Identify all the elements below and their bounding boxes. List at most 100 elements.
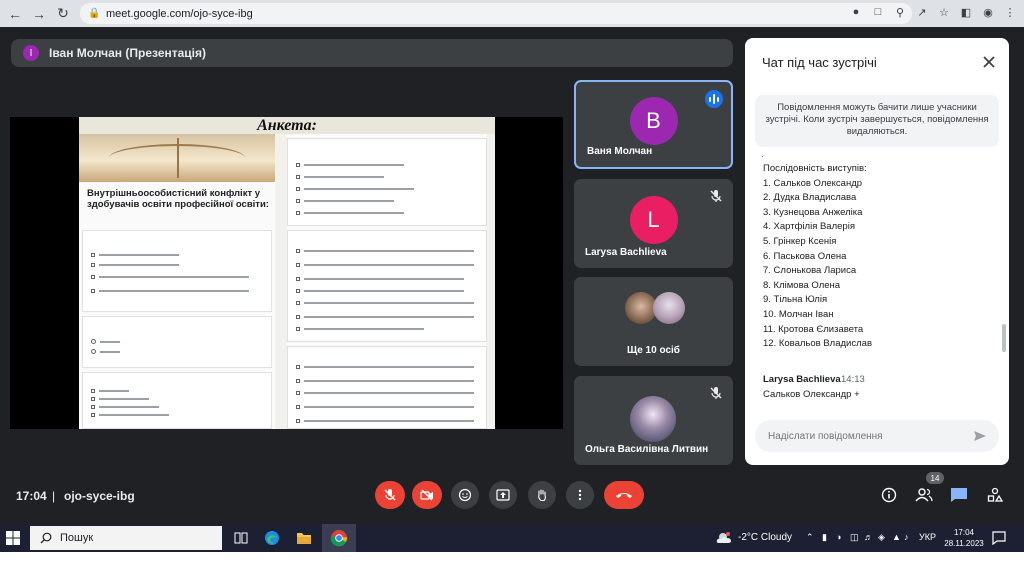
chat-timestamp: 14:13 <box>841 374 865 385</box>
speaking-indicator-icon <box>705 90 723 108</box>
chat-message-body: Послідовність виступів: 1. Сальков Олекс… <box>763 162 993 352</box>
emoji-icon <box>458 488 472 502</box>
address-url[interactable]: meet.google.com/ojo-syce-ibg <box>106 8 253 20</box>
sidepanel-icon[interactable]: ◧ <box>958 4 974 20</box>
more-vert-icon <box>578 489 582 501</box>
chat-title: Чат під час зустрічі <box>762 55 877 70</box>
mic-off-icon <box>710 387 722 399</box>
screen: ← → ↻ 🔒 meet.google.com/ojo-syce-ibg ● □… <box>0 0 1024 578</box>
taskbar-search[interactable]: Пошук <box>30 526 222 550</box>
taskbar-clock[interactable]: 17:04 28.11.2023 <box>944 527 984 549</box>
translate-icon[interactable]: □ <box>870 4 886 20</box>
chat-message-input[interactable] <box>755 420 999 452</box>
file-explorer-icon[interactable] <box>294 528 314 548</box>
send-icon[interactable] <box>973 430 987 442</box>
tray-speaker-icon[interactable]: ♪ <box>904 532 909 542</box>
participant-tile[interactable]: В Ваня Молчан <box>574 80 733 169</box>
form-question-card <box>82 230 272 312</box>
tray-icon[interactable]: ◫ <box>850 532 859 543</box>
tray-volume-icon[interactable]: ♬ <box>864 532 873 542</box>
participant-tile[interactable]: Ольга Василівна Литвин <box>574 376 733 465</box>
close-icon[interactable] <box>981 54 997 70</box>
meeting-code: ojo-syce-ibg <box>64 489 135 503</box>
presenter-avatar: І <box>23 45 39 61</box>
meeting-time: 17:04 <box>16 489 47 503</box>
participant-photo <box>653 292 685 324</box>
notifications-icon[interactable] <box>992 531 1006 545</box>
participants-count-badge: 14 <box>926 472 944 484</box>
chrome-icon[interactable] <box>329 528 349 548</box>
taskbar-time: 17:04 <box>953 528 975 537</box>
more-options-button[interactable] <box>566 481 594 509</box>
chat-line: 12. Ковальов Владислав <box>763 338 872 350</box>
chat-button[interactable] <box>949 485 969 505</box>
windows-start-icon[interactable] <box>6 531 20 545</box>
lock-icon: 🔒 <box>88 7 101 19</box>
participant-tile[interactable]: L Larysa Bachlieva <box>574 179 733 268</box>
avatar: В <box>629 97 678 145</box>
camera-icon[interactable]: ● <box>848 4 864 20</box>
book-image <box>79 134 275 182</box>
tray-app-icon[interactable]: ◈ <box>878 532 885 543</box>
slide-title: Анкета: <box>257 117 317 134</box>
tray-wifi-icon[interactable]: ▲ <box>892 532 901 542</box>
chat-line: 4. Хартфілія Валерія <box>763 221 855 233</box>
meeting-separator: | <box>52 489 56 503</box>
chat-line: 5. Грінкер Ксенія <box>763 235 837 247</box>
profile-icon[interactable]: ◉ <box>980 4 996 20</box>
chat-sender-name: Larysa Bachlieva <box>763 374 841 385</box>
form-heading: Внутрішньоособистісний конфлікт у здобув… <box>87 188 269 210</box>
weather-icon[interactable] <box>714 528 734 548</box>
activities-icon <box>987 487 1003 502</box>
activities-button[interactable] <box>985 485 1005 505</box>
mic-off-icon <box>384 489 396 501</box>
browser-actions: ● □ ⚲ ↗ ☆ ◧ ◉ ⋮ <box>848 4 1018 20</box>
chat-panel: Чат під час зустрічі Повідомлення можуть… <box>745 38 1009 465</box>
zoom-icon[interactable]: ⚲ <box>892 4 908 20</box>
presentation-stage[interactable]: Анкета: Внутрішньоособистісний конфлікт … <box>10 117 563 429</box>
slide-header: Анкета: <box>79 117 495 134</box>
os-taskbar: Пошук -2°C Cloudy ⌃ ▮ ◑ ◫ ♬ ◈ ▲ ♪ УКР 17… <box>0 524 1024 552</box>
tray-network-icon[interactable]: ◑ <box>836 532 841 542</box>
back-icon[interactable]: ← <box>6 5 24 23</box>
chat-scrollbar[interactable] <box>1002 324 1006 352</box>
participant-name: Larysa Bachlieva <box>585 247 667 258</box>
chat-line: 10. Молчан Іван <box>763 308 834 320</box>
edge-icon[interactable] <box>262 528 282 548</box>
leave-call-button[interactable] <box>604 481 644 509</box>
mic-toggle-button[interactable] <box>375 481 405 509</box>
reactions-button[interactable] <box>451 481 479 509</box>
presenter-title: Іван Молчан (Презентація) <box>49 46 206 60</box>
more-participants-label: Ще 10 осіб <box>627 345 680 356</box>
meeting-details-button[interactable] <box>879 485 899 505</box>
form-question-card <box>287 346 487 429</box>
tray-chevron-icon[interactable]: ⌃ <box>806 532 814 543</box>
chat-line: 8. Клімова Олена <box>763 279 841 291</box>
participant-photo <box>630 396 676 442</box>
people-button[interactable] <box>914 485 934 505</box>
taskbar-search-label: Пошук <box>60 532 94 544</box>
chat-line: 11. Кротова Єлизавета <box>763 323 864 335</box>
meet-window: І Іван Молчан (Презентація) Анкета: Внут… <box>0 27 1024 524</box>
task-view-icon[interactable] <box>231 528 251 548</box>
present-screen-button[interactable] <box>489 481 517 509</box>
address-bar[interactable]: 🔒 meet.google.com/ojo-syce-ibg <box>80 3 912 24</box>
input-language[interactable]: УКР <box>919 532 936 542</box>
forward-icon[interactable]: → <box>30 5 48 23</box>
share-icon[interactable]: ↗ <box>914 4 930 20</box>
participant-name: Ваня Молчан <box>587 146 653 157</box>
presenter-bar: І Іван Молчан (Презентація) <box>11 39 733 67</box>
chat-notice: Повідомлення можуть бачити лише учасники… <box>755 95 999 147</box>
camera-toggle-button[interactable] <box>412 481 442 509</box>
tray-battery-icon[interactable]: ▮ <box>822 532 827 543</box>
chat-line: 3. Кузнецова Анжеліка <box>763 206 863 218</box>
chat-line: 7. Слонькова Лариса <box>763 265 857 277</box>
camera-off-icon <box>420 489 433 501</box>
more-participants-tile[interactable]: Ще 10 осіб <box>574 277 733 366</box>
reload-icon[interactable]: ↻ <box>54 5 72 23</box>
form-question-card <box>287 138 487 226</box>
bookmark-star-icon[interactable]: ☆ <box>936 4 952 20</box>
menu-dots-icon[interactable]: ⋮ <box>1002 4 1018 20</box>
raise-hand-button[interactable] <box>528 481 556 509</box>
form-question-card <box>287 230 487 342</box>
